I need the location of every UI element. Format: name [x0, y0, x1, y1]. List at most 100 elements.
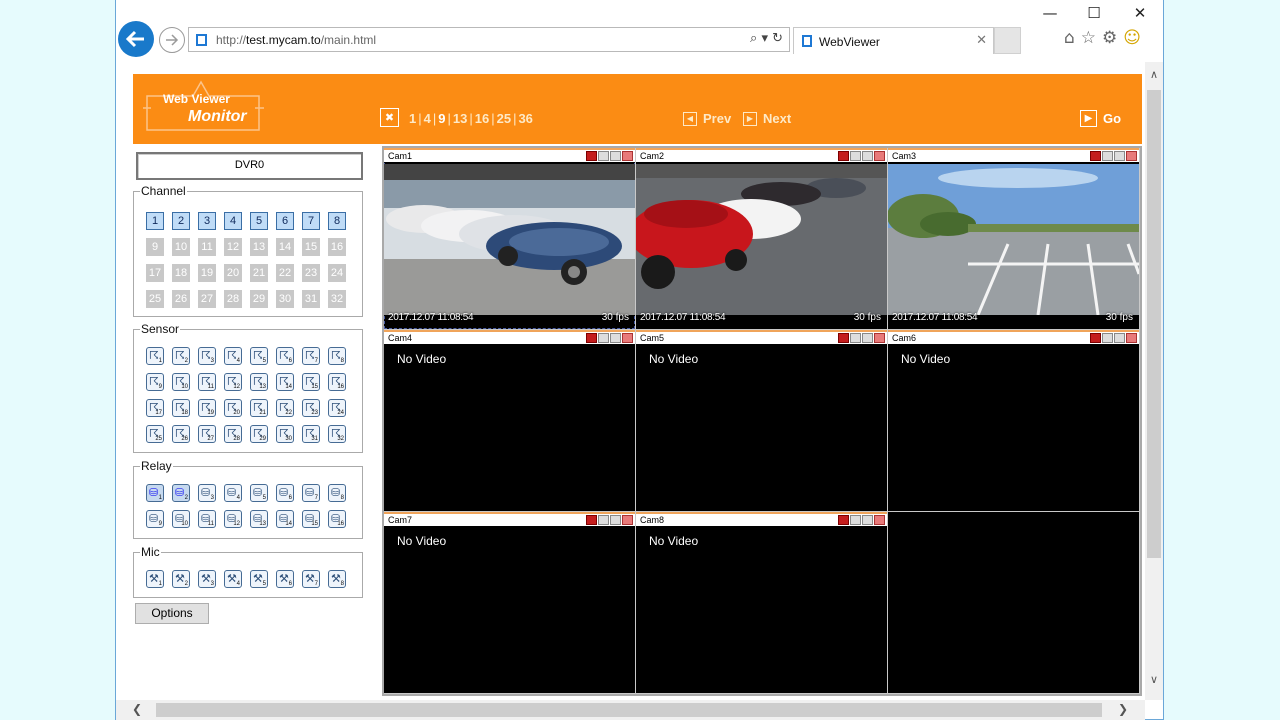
channel-button[interactable]: 4 [224, 212, 242, 230]
next-button[interactable]: ▶ Next [743, 111, 791, 126]
new-tab-button[interactable] [994, 27, 1021, 54]
relay-button[interactable]: ⛁ 5 [250, 484, 268, 502]
record-icon[interactable] [838, 151, 849, 161]
minimize-icon[interactable]: — [1038, 4, 1062, 22]
mic-button[interactable]: ⚒ 6 [276, 570, 294, 588]
snapshot-icon[interactable] [598, 151, 609, 161]
relay-button[interactable]: ⛁ 4 [224, 484, 242, 502]
sensor-button[interactable]: ☈ 11 [198, 373, 216, 391]
horizontal-scroll-thumb[interactable] [156, 703, 1102, 717]
forward-button[interactable] [159, 27, 185, 53]
relay-button[interactable]: ⛁ 9 [146, 510, 164, 528]
feedback-smiley-icon[interactable]: ☺ [1123, 28, 1141, 48]
tab-close-icon[interactable]: ✕ [976, 33, 987, 48]
sensor-button[interactable]: ☈ 19 [198, 399, 216, 417]
channel-button[interactable]: 3 [198, 212, 216, 230]
sensor-button[interactable]: ☈ 6 [276, 347, 294, 365]
camera-tile[interactable]: Cam4 No Video [384, 330, 635, 511]
sensor-button[interactable]: ☈ 16 [328, 373, 346, 391]
channel-button[interactable]: 5 [250, 212, 268, 230]
sensor-button[interactable]: ☈ 10 [172, 373, 190, 391]
sensor-button[interactable]: ☈ 23 [302, 399, 320, 417]
sensor-button[interactable]: ☈ 32 [328, 425, 346, 443]
sensor-button[interactable]: ☈ 21 [250, 399, 268, 417]
maximize-icon[interactable]: ☐ [1082, 4, 1106, 22]
relay-button[interactable]: ⛁ 15 [302, 510, 320, 528]
record-icon[interactable] [838, 515, 849, 525]
sensor-button[interactable]: ☈ 1 [146, 347, 164, 365]
favorites-star-icon[interactable]: ☆ [1081, 28, 1096, 48]
sensor-button[interactable]: ☈ 18 [172, 399, 190, 417]
mic-button[interactable]: ⚒ 2 [172, 570, 190, 588]
audio-icon[interactable] [610, 515, 621, 525]
sensor-button[interactable]: ☈ 2 [172, 347, 190, 365]
camera-tile[interactable]: Cam2 2017.12.07 11:08:54 30 fps [636, 148, 887, 329]
relay-button[interactable]: ⛁ 10 [172, 510, 190, 528]
snapshot-icon[interactable] [598, 515, 609, 525]
close-camera-icon[interactable] [1126, 333, 1137, 343]
scroll-right-icon[interactable]: ❯ [1118, 702, 1128, 716]
search-refresh-icons[interactable]: ⌕ ▾ ↻ [750, 31, 783, 46]
record-icon[interactable] [586, 151, 597, 161]
snapshot-icon[interactable] [1102, 333, 1113, 343]
mic-button[interactable]: ⚒ 7 [302, 570, 320, 588]
split-1-button[interactable]: 1 [409, 111, 416, 126]
back-button[interactable] [118, 21, 154, 57]
close-camera-icon[interactable] [1126, 151, 1137, 161]
close-window-icon[interactable]: ✕ [1128, 4, 1152, 22]
sensor-button[interactable]: ☈ 5 [250, 347, 268, 365]
horizontal-scrollbar[interactable]: ❮ ❯ [116, 700, 1145, 720]
scroll-up-icon[interactable]: ∧ [1145, 68, 1163, 81]
audio-icon[interactable] [1114, 151, 1125, 161]
close-camera-icon[interactable] [622, 515, 633, 525]
sensor-button[interactable]: ☈ 12 [224, 373, 242, 391]
relay-button[interactable]: ⛁ 13 [250, 510, 268, 528]
tab-webviewer[interactable]: WebViewer ✕ [793, 27, 994, 54]
audio-icon[interactable] [610, 333, 621, 343]
close-camera-icon[interactable] [874, 151, 885, 161]
sensor-button[interactable]: ☈ 26 [172, 425, 190, 443]
sensor-button[interactable]: ☈ 27 [198, 425, 216, 443]
audio-icon[interactable] [862, 333, 873, 343]
close-camera-icon[interactable] [622, 333, 633, 343]
camera-tile[interactable]: Cam5 No Video [636, 330, 887, 511]
go-button[interactable]: ▶ Go [1080, 110, 1121, 127]
relay-button[interactable]: ⛁ 6 [276, 484, 294, 502]
relay-button[interactable]: ⛁ 11 [198, 510, 216, 528]
sensor-button[interactable]: ☈ 9 [146, 373, 164, 391]
prev-button[interactable]: ◀ Prev [683, 111, 731, 126]
record-icon[interactable] [586, 333, 597, 343]
close-camera-icon[interactable] [874, 515, 885, 525]
relay-button[interactable]: ⛁ 12 [224, 510, 242, 528]
relay-button[interactable]: ⛁ 1 [146, 484, 164, 502]
dvr-name-box[interactable]: DVR0 [136, 152, 363, 180]
sensor-button[interactable]: ☈ 20 [224, 399, 242, 417]
snapshot-icon[interactable] [598, 333, 609, 343]
mic-button[interactable]: ⚒ 4 [224, 570, 242, 588]
sensor-button[interactable]: ☈ 22 [276, 399, 294, 417]
audio-icon[interactable] [610, 151, 621, 161]
record-icon[interactable] [586, 515, 597, 525]
camera-tile[interactable]: Cam3 2017.12.07 11:08:54 30 fps [888, 148, 1139, 329]
sensor-button[interactable]: ☈ 4 [224, 347, 242, 365]
split-36-button[interactable]: 36 [518, 111, 532, 126]
vertical-scrollbar[interactable]: ∧ ∨ [1145, 62, 1163, 700]
mic-button[interactable]: ⚒ 5 [250, 570, 268, 588]
sensor-button[interactable]: ☈ 17 [146, 399, 164, 417]
split-13-button[interactable]: 13 [453, 111, 467, 126]
close-camera-icon[interactable] [622, 151, 633, 161]
fullscreen-split-icon[interactable]: ✖ [380, 108, 399, 127]
snapshot-icon[interactable] [850, 151, 861, 161]
settings-gear-icon[interactable]: ⚙ [1102, 28, 1117, 48]
relay-button[interactable]: ⛁ 8 [328, 484, 346, 502]
channel-button[interactable]: 8 [328, 212, 346, 230]
split-9-button[interactable]: 9 [438, 111, 445, 126]
record-icon[interactable] [838, 333, 849, 343]
scroll-down-icon[interactable]: ∨ [1145, 673, 1163, 686]
camera-tile[interactable]: Cam7 No Video [384, 512, 635, 693]
scroll-left-icon[interactable]: ❮ [132, 702, 142, 716]
channel-button[interactable]: 2 [172, 212, 190, 230]
camera-tile[interactable]: Cam8 No Video [636, 512, 887, 693]
sensor-button[interactable]: ☈ 8 [328, 347, 346, 365]
relay-button[interactable]: ⛁ 14 [276, 510, 294, 528]
